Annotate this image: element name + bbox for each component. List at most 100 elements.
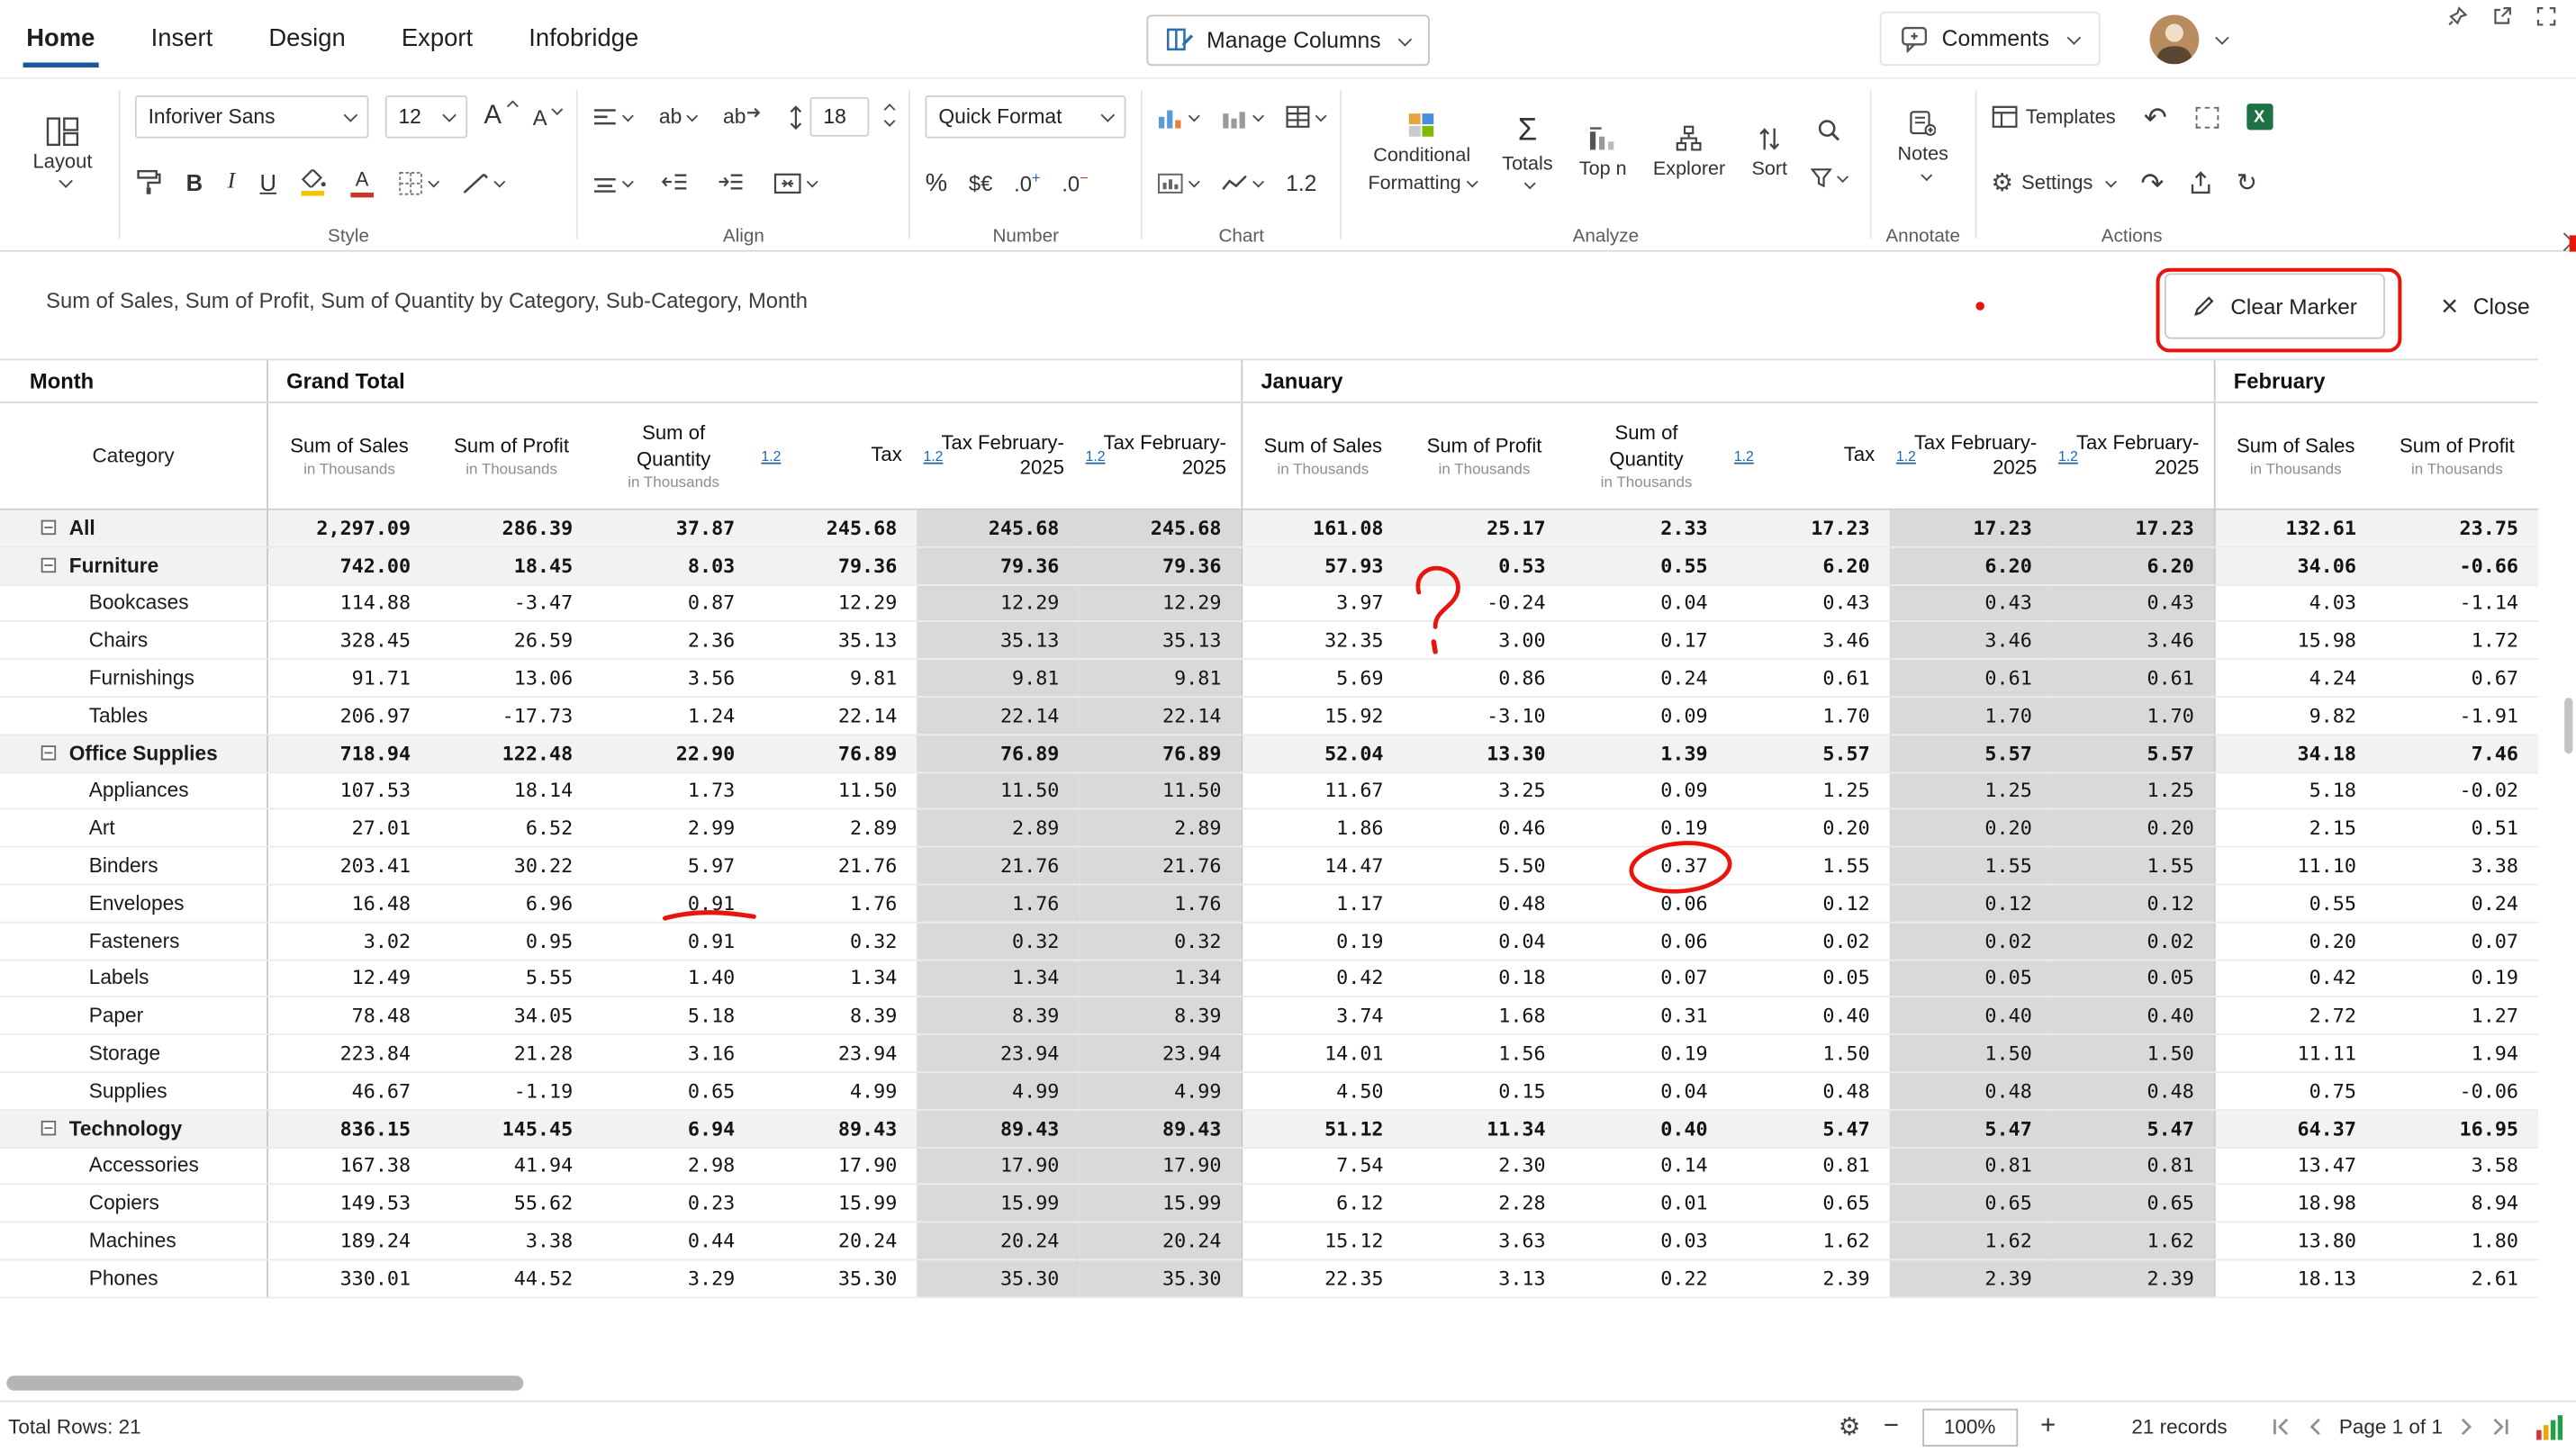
cell[interactable]: 6.96 bbox=[430, 885, 592, 921]
cell[interactable]: 0.48 bbox=[1728, 1073, 1890, 1109]
collapse-icon[interactable] bbox=[41, 745, 56, 760]
cell[interactable]: 14.47 bbox=[1241, 848, 1403, 884]
cell[interactable]: 0.02 bbox=[1890, 923, 2052, 959]
cell[interactable]: 1.76 bbox=[917, 885, 1079, 921]
cell[interactable]: 2.30 bbox=[1403, 1148, 1565, 1184]
column-header[interactable]: Sum of Profitin Thousands bbox=[1403, 403, 1565, 509]
cell[interactable]: 78.48 bbox=[268, 997, 430, 1033]
cell[interactable]: 0.20 bbox=[2214, 923, 2376, 959]
cell[interactable]: 3.63 bbox=[1403, 1223, 1565, 1259]
clear-marker-button[interactable]: Clear Marker bbox=[2165, 273, 2385, 338]
cell[interactable]: 2.99 bbox=[592, 810, 755, 846]
cell[interactable]: 0.31 bbox=[1566, 997, 1728, 1033]
cell[interactable]: 0.09 bbox=[1566, 698, 1728, 734]
cell[interactable]: -1.14 bbox=[2376, 585, 2538, 621]
cell[interactable]: 0.67 bbox=[2376, 660, 2538, 696]
cell[interactable]: 6.20 bbox=[1890, 547, 2052, 583]
cell[interactable]: 15.98 bbox=[2214, 623, 2376, 659]
cell[interactable]: 0.65 bbox=[1728, 1186, 1890, 1222]
cell[interactable]: 4.50 bbox=[1241, 1073, 1403, 1109]
cell[interactable]: 0.55 bbox=[2214, 885, 2376, 921]
popout-icon[interactable] bbox=[2492, 6, 2512, 26]
cell[interactable]: 13.47 bbox=[2214, 1148, 2376, 1184]
cell[interactable]: 21.76 bbox=[1079, 848, 1241, 884]
cell[interactable]: 203.41 bbox=[268, 848, 430, 884]
quick-format-select[interactable]: Quick Format bbox=[926, 95, 1126, 139]
column-header[interactable]: 1.2Tax bbox=[1728, 403, 1890, 509]
cell[interactable]: 4.99 bbox=[1079, 1073, 1241, 1109]
cell[interactable]: 23.94 bbox=[1079, 1035, 1241, 1071]
cell[interactable]: 1.62 bbox=[1728, 1223, 1890, 1259]
cell[interactable]: 0.06 bbox=[1566, 923, 1728, 959]
percent-format-button[interactable]: % bbox=[926, 168, 947, 196]
cell[interactable]: 11.11 bbox=[2214, 1035, 2376, 1071]
tab-insert[interactable]: Insert bbox=[148, 10, 216, 68]
templates-button[interactable]: Templates bbox=[1991, 105, 2115, 129]
cell[interactable]: 20.24 bbox=[755, 1223, 917, 1259]
cell[interactable]: 132.61 bbox=[2214, 510, 2376, 546]
settings-button[interactable]: ⚙ Settings bbox=[1991, 170, 2116, 194]
cell[interactable]: 0.65 bbox=[2052, 1186, 2214, 1222]
cell[interactable]: 0.05 bbox=[2052, 960, 2214, 997]
row-label-office-supplies[interactable]: Office Supplies bbox=[0, 735, 268, 771]
row-label-art[interactable]: Art bbox=[0, 810, 268, 846]
cell[interactable]: 23.75 bbox=[2376, 510, 2538, 546]
cell[interactable]: 13.06 bbox=[430, 660, 592, 696]
cell[interactable]: 0.32 bbox=[755, 923, 917, 959]
row-label-storage[interactable]: Storage bbox=[0, 1035, 268, 1071]
row-label-labels[interactable]: Labels bbox=[0, 960, 268, 997]
cell[interactable]: 3.16 bbox=[592, 1035, 755, 1071]
vertical-align-button[interactable] bbox=[593, 173, 633, 193]
cell[interactable]: 2.61 bbox=[2376, 1260, 2538, 1296]
cell[interactable]: 0.40 bbox=[1566, 1111, 1728, 1147]
cell[interactable]: 0.12 bbox=[1890, 885, 2052, 921]
cell[interactable]: 1.34 bbox=[755, 960, 917, 997]
cell[interactable]: 122.48 bbox=[430, 735, 592, 771]
column-header[interactable]: Sum of Quantityin Thousands bbox=[592, 403, 755, 509]
last-page-icon[interactable] bbox=[2490, 1417, 2512, 1437]
cell[interactable]: 1.62 bbox=[2052, 1223, 2214, 1259]
cell[interactable]: 2.33 bbox=[1566, 510, 1728, 546]
cell[interactable]: 1.25 bbox=[2052, 772, 2214, 808]
cell[interactable]: 12.29 bbox=[917, 585, 1079, 621]
cell[interactable]: 0.05 bbox=[1890, 960, 2052, 997]
column-header[interactable]: 1.2Tax February-2025 bbox=[1079, 403, 1241, 509]
cell[interactable]: 0.09 bbox=[1566, 772, 1728, 808]
cell[interactable]: 0.65 bbox=[1890, 1186, 2052, 1222]
cell[interactable]: -0.02 bbox=[2376, 772, 2538, 808]
cell[interactable]: 3.58 bbox=[2376, 1148, 2538, 1184]
cell[interactable]: 5.47 bbox=[2052, 1111, 2214, 1147]
cell[interactable]: -3.47 bbox=[430, 585, 592, 621]
zoom-level[interactable]: 100% bbox=[1922, 1408, 2018, 1446]
cell[interactable]: 7.54 bbox=[1241, 1148, 1403, 1184]
cell[interactable]: 0.19 bbox=[1566, 810, 1728, 846]
cell[interactable]: 27.01 bbox=[268, 810, 430, 846]
cell[interactable]: 5.18 bbox=[592, 997, 755, 1033]
row-label-all[interactable]: All bbox=[0, 510, 268, 546]
cell[interactable]: 0.46 bbox=[1403, 810, 1565, 846]
cell[interactable]: 17.23 bbox=[2052, 510, 2214, 546]
cell[interactable]: 20.24 bbox=[917, 1223, 1079, 1259]
cell[interactable]: 34.06 bbox=[2214, 547, 2376, 583]
row-label-copiers[interactable]: Copiers bbox=[0, 1186, 268, 1222]
cell[interactable]: -1.91 bbox=[2376, 698, 2538, 734]
cell[interactable]: 18.14 bbox=[430, 772, 592, 808]
comments-button[interactable]: Comments bbox=[1879, 12, 2100, 66]
column-header[interactable]: 1.2Tax February-2025 bbox=[917, 403, 1079, 509]
cell[interactable]: 51.12 bbox=[1241, 1111, 1403, 1147]
cell[interactable]: 0.32 bbox=[1079, 923, 1241, 959]
cell[interactable]: 4.03 bbox=[2214, 585, 2376, 621]
table-settings-icon[interactable]: ⚙ bbox=[1839, 1414, 1861, 1438]
search-icon[interactable] bbox=[1817, 119, 1840, 142]
cell[interactable]: 2.72 bbox=[2214, 997, 2376, 1033]
cell[interactable]: 0.20 bbox=[2052, 810, 2214, 846]
cell[interactable]: 0.91 bbox=[592, 885, 755, 921]
row-label-tables[interactable]: Tables bbox=[0, 698, 268, 734]
row-height-stepper[interactable] bbox=[880, 105, 894, 129]
cell[interactable]: 0.81 bbox=[2052, 1148, 2214, 1184]
cell[interactable]: 0.19 bbox=[1566, 1035, 1728, 1071]
row-label-chairs[interactable]: Chairs bbox=[0, 623, 268, 659]
cell[interactable]: 161.08 bbox=[1241, 510, 1403, 546]
font-family-select[interactable]: Inforiver Sans bbox=[135, 95, 369, 139]
cell[interactable]: 1.86 bbox=[1241, 810, 1403, 846]
